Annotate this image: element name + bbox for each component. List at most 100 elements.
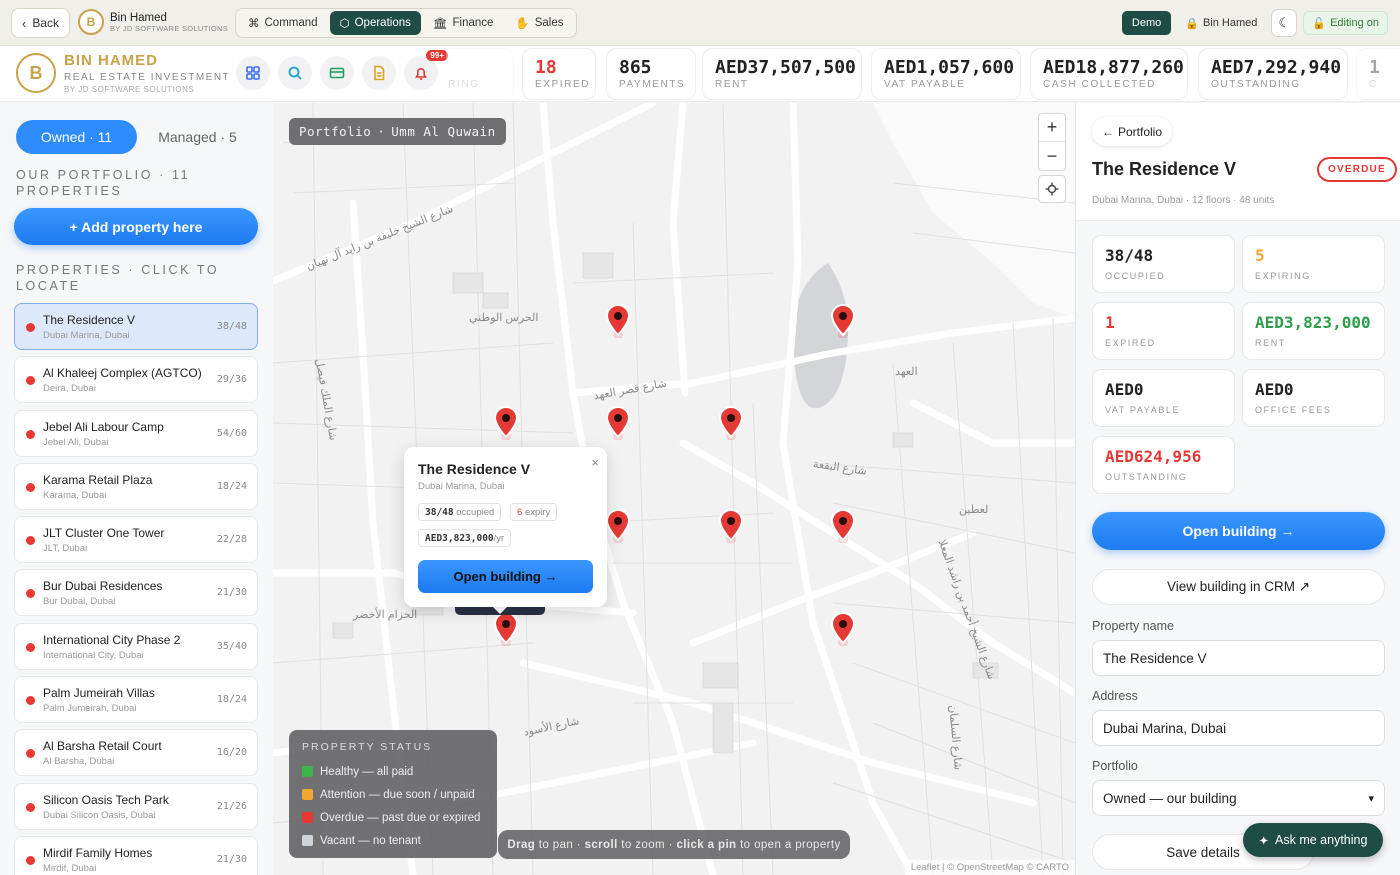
map-attribution[interactable]: Leaflet | © OpenStreetMap © CARTO (904, 860, 1075, 875)
stat-payments[interactable]: 865 PAYMENTS (606, 48, 696, 100)
stat-more[interactable]: 1 C (1356, 48, 1400, 100)
stat-outstanding[interactable]: AED7,292,940 OUTSTANDING (1198, 48, 1348, 100)
stat-label: EXPIRING (446, 79, 480, 90)
user-menu[interactable]: 🔒 Bin Hamed (1177, 11, 1265, 35)
zoom-out-button[interactable]: − (1039, 142, 1065, 170)
rent-suffix: /yr (493, 532, 505, 544)
address-field[interactable]: Dubai Marina, Dubai (1092, 710, 1385, 746)
arrow-left-icon: ‹ (22, 15, 27, 31)
demo-badge[interactable]: Demo (1121, 11, 1172, 35)
detail-stat-card[interactable]: 5 EXPIRING (1242, 235, 1385, 293)
lock-icon: 🔒 (1185, 17, 1199, 30)
hint-text: to zoom · (621, 838, 673, 851)
property-occupancy: 35/40 (216, 640, 247, 652)
view-in-crm-button[interactable]: View building in CRM ↗ (1092, 569, 1385, 605)
legend-label: Attention — due soon / unpaid (320, 788, 475, 801)
property-item[interactable]: Palm Jumeirah Villas Palm Jumeirah, Dubai… (14, 676, 258, 724)
back-button[interactable]: ‹ Back (11, 8, 71, 38)
detail-stat-card[interactable]: AED3,823,000 RENT (1242, 302, 1385, 360)
property-pin[interactable] (830, 508, 856, 544)
map-location-pill: Portfolio · Umm Al Quwain (289, 118, 506, 145)
handshake-icon: ✋ (515, 18, 530, 30)
stat-expiring[interactable]: 7 EXPIRING (446, 48, 514, 100)
legend-title: PROPERTY STATUS (302, 741, 433, 753)
theme-toggle[interactable]: ☾ (1271, 9, 1298, 37)
status-dot (26, 482, 35, 492)
search-icon (288, 66, 302, 80)
property-pin[interactable] (718, 508, 744, 544)
property-pin[interactable] (830, 611, 856, 647)
detail-stat-card[interactable]: AED0 VAT PAYABLE (1092, 369, 1235, 427)
unlock-icon: 🔓 (1312, 17, 1327, 30)
tab-sales[interactable]: ✋ Sales (505, 11, 573, 35)
stat-label: PAYMENTS (619, 79, 686, 90)
detail-stat-card[interactable]: AED624,956 OUTSTANDING (1092, 436, 1235, 494)
occupancy-value: 38/48 (425, 506, 454, 518)
notifications-button[interactable]: 99+ (404, 50, 448, 90)
editing-toggle[interactable]: 🔓 Editing on (1303, 11, 1388, 35)
property-item[interactable]: Bur Dubai Residences Bur Dubai, Dubai 21/3… (14, 569, 258, 617)
tab-finance[interactable]: 🏛 Finance (423, 11, 504, 35)
property-item[interactable]: JLT Cluster One Tower JLT, Dubai 22/28 (14, 516, 258, 564)
top-bar: ‹ Back B Bin Hamed BY JD SOFTWARE SOLUTI… (0, 0, 1400, 46)
tab-command[interactable]: ⌘ Command (238, 11, 328, 35)
property-pin[interactable] (830, 303, 856, 339)
stat-cash-collected[interactable]: AED18,877,260 CASH COLLECTED (1030, 48, 1188, 100)
property-name-value: The Residence V (1103, 650, 1207, 666)
stat-label: CASH COLLECTED (1043, 79, 1156, 90)
detail-stat-card[interactable]: 1 EXPIRED (1092, 302, 1235, 360)
property-item[interactable]: Al Barsha Retail Court Al Barsha, Dubai 16… (14, 729, 258, 777)
property-name: Bur Dubai Residences (43, 579, 163, 594)
property-pin[interactable] (605, 508, 631, 544)
property-address: Palm Jumeirah, Dubai (43, 703, 137, 715)
payments-button[interactable] (320, 56, 354, 90)
add-property-button[interactable]: + Add property here (14, 208, 258, 245)
tab-label: Sales (534, 17, 564, 29)
stat-value: 865 (619, 57, 652, 78)
property-name: International City Phase 2 (43, 632, 181, 647)
detail-stat-label: OCCUPIED (1105, 271, 1166, 281)
property-item[interactable]: Mirdif Family Homes Mirdif, Dubai 21/30 (14, 835, 258, 875)
map-pin-icon (830, 303, 856, 339)
map-hint: Drag to pan · scroll to zoom · click a p… (498, 830, 850, 859)
map-view[interactable]: شارع الشيخ خليفة بن زايد آل نهيان الحرس ا… (273, 103, 1075, 875)
close-icon[interactable]: × (591, 455, 599, 470)
property-pin[interactable] (493, 405, 519, 441)
property-item[interactable]: Silicon Oasis Tech Park Dubai Silicon Oas… (14, 782, 258, 830)
property-item[interactable]: The Residence V Dubai Marina, Dubai 38/48 (14, 303, 258, 350)
portfolio-select[interactable]: Owned — our building ▾ (1092, 780, 1385, 816)
arrow-left-icon: ← (1102, 124, 1114, 139)
stat-vat[interactable]: AED1,057,600 VAT PAYABLE (871, 48, 1021, 100)
tab-owned[interactable]: Owned · 11 (16, 120, 137, 154)
property-pin[interactable] (605, 405, 631, 441)
crosshair-icon (1045, 182, 1059, 196)
property-pin[interactable] (718, 405, 744, 441)
back-to-portfolio-button[interactable]: ← Portfolio (1092, 117, 1173, 146)
detail-stat-card[interactable]: 38/48 OCCUPIED (1092, 235, 1235, 293)
documents-button[interactable] (362, 56, 396, 90)
property-item[interactable]: Al Khaleej Complex (AGTCO) Deira, Dubai 29… (14, 356, 258, 404)
stat-expired[interactable]: 18 EXPIRED (522, 48, 596, 100)
property-item[interactable]: International City Phase 2 International … (14, 622, 258, 670)
zoom-in-button[interactable]: + (1039, 114, 1065, 142)
property-item[interactable]: Karama Retail Plaza Karama, Dubai 18/24 (14, 462, 258, 510)
property-item[interactable]: Jebel Ali Labour Camp Jebel Ali, Dubai 54/… (14, 409, 258, 457)
bell-icon (415, 68, 427, 80)
locate-button[interactable] (1038, 175, 1066, 203)
search-button[interactable] (278, 56, 312, 90)
popup-open-building-button[interactable]: Open building → (418, 560, 593, 593)
detail-stat-label: VAT PAYABLE (1105, 405, 1181, 415)
stat-label: EXPIRED (535, 79, 591, 90)
detail-stat-card[interactable]: AED0 OFFICE FEES (1242, 369, 1385, 427)
hint-text: to open a property (740, 838, 841, 851)
tab-operations[interactable]: ⬡ Operations (329, 11, 421, 35)
workspace-switcher[interactable]: B Bin Hamed BY JD SOFTWARE SOLUTIONS (78, 9, 228, 35)
property-name-field[interactable]: The Residence V (1092, 640, 1385, 676)
tab-managed[interactable]: Managed · 5 (137, 120, 258, 154)
stat-rent[interactable]: AED37,507,500 RENT (702, 48, 862, 100)
grid-button[interactable] (236, 56, 270, 90)
ask-assistant-button[interactable]: ✦ Ask me anything (1243, 823, 1383, 857)
stat-value: AED18,877,260 (1043, 57, 1184, 78)
open-building-button[interactable]: Open building → (1092, 512, 1385, 550)
property-pin[interactable] (605, 303, 631, 339)
